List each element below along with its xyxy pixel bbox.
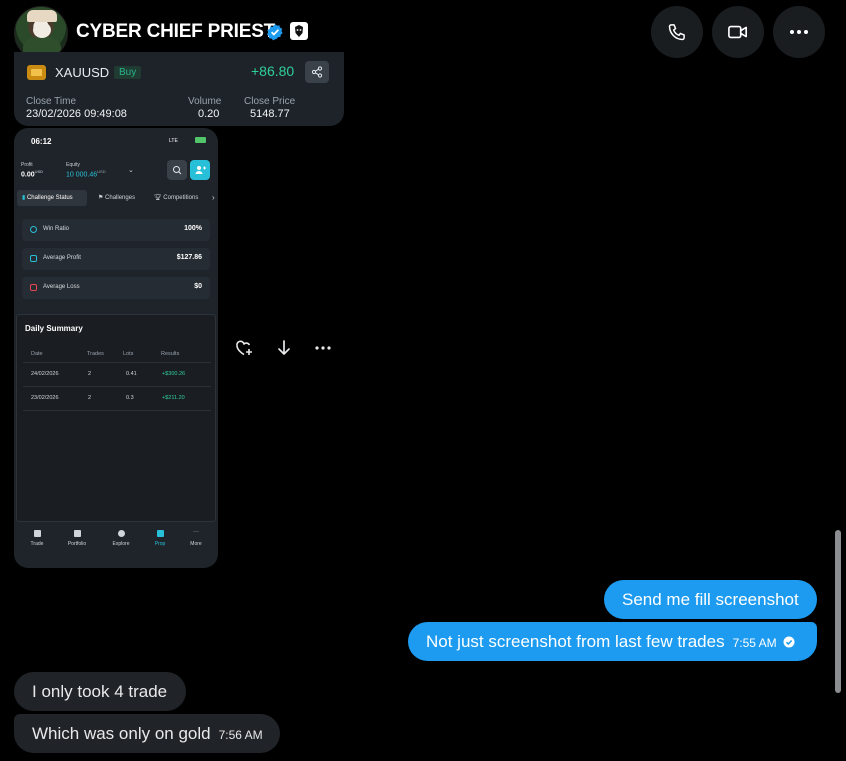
table-row-result: +$300.26 bbox=[162, 371, 186, 377]
profit-value: 0.00USD bbox=[21, 169, 44, 179]
tab-challenges: ⚑ Challenges bbox=[98, 195, 136, 201]
trade-pnl: +86.80 bbox=[251, 63, 295, 79]
tab-challenge-status: ▮ Challenge Status bbox=[17, 190, 87, 206]
table-row-result: +$211.20 bbox=[162, 395, 185, 401]
chevron-down-icon: ⌄ bbox=[128, 167, 134, 174]
add-user-icon bbox=[190, 160, 210, 180]
voice-call-button[interactable] bbox=[651, 6, 703, 58]
received-message[interactable]: Which was only on gold 7:56 AM bbox=[14, 714, 280, 753]
download-button[interactable] bbox=[274, 338, 294, 358]
chart-up-icon bbox=[30, 255, 37, 262]
table-row-date: 24/02/2026 bbox=[31, 371, 59, 377]
affiliate-badge-icon bbox=[290, 22, 308, 40]
video-call-button[interactable] bbox=[712, 6, 764, 58]
message-text: I only took 4 trade bbox=[32, 682, 168, 701]
divider bbox=[23, 410, 211, 411]
target-icon bbox=[30, 226, 37, 233]
stat-average-profit: Average Profit $127.86 bbox=[22, 248, 210, 270]
close-price-value: 5148.77 bbox=[250, 108, 290, 120]
nav-portfolio: Portfolio bbox=[62, 530, 92, 547]
stat-average-loss: Average Loss $0 bbox=[22, 277, 210, 299]
contact-name[interactable]: CYBER CHIEF PRIEST bbox=[76, 21, 275, 43]
chart-down-icon bbox=[30, 284, 37, 291]
search-icon bbox=[167, 160, 187, 180]
verified-badge-icon bbox=[266, 24, 283, 41]
message-timestamp: 7:55 AM bbox=[732, 636, 777, 650]
trade-symbol: XAUUSD bbox=[55, 65, 110, 80]
close-price-label: Close Price bbox=[244, 96, 296, 107]
tab-competitions: 🏆︎ Competitions bbox=[154, 195, 199, 201]
avatar-face bbox=[33, 22, 51, 38]
phone-screenshot-image[interactable]: 06:12 LTE Profit 0.00USD Equity 10 000.4… bbox=[14, 128, 218, 568]
equity-value: 10 000.46USD bbox=[66, 169, 106, 179]
scrollbar-thumb[interactable] bbox=[835, 530, 841, 693]
stat-win-ratio: Win Ratio 100% bbox=[22, 219, 210, 241]
nav-trade: Trade bbox=[22, 530, 52, 547]
divider bbox=[23, 362, 211, 363]
add-reaction-icon bbox=[236, 340, 252, 356]
column-header-trades: Trades bbox=[87, 351, 104, 357]
phone-icon bbox=[668, 24, 685, 41]
nav-explore: Explore bbox=[106, 530, 136, 547]
trade-card-image[interactable]: XAUUSD Buy +86.80 Close Time 23/02/2026 … bbox=[14, 52, 344, 126]
gold-bar-icon bbox=[27, 65, 46, 80]
nav-prop: Prop bbox=[145, 530, 175, 547]
equity-label: Equity bbox=[66, 162, 80, 168]
share-icon bbox=[305, 61, 329, 83]
phone-tab-bar: ▮ Challenge Status ⚑ Challenges 🏆︎ Compe… bbox=[17, 190, 215, 206]
table-row-trades: 2 bbox=[88, 395, 92, 401]
more-options-button[interactable] bbox=[773, 6, 825, 58]
nav-more: ··· More bbox=[190, 529, 202, 547]
battery-icon bbox=[195, 137, 206, 143]
divider bbox=[23, 386, 211, 387]
message-more-button[interactable] bbox=[313, 338, 333, 358]
more-horizontal-icon: ··· bbox=[193, 529, 199, 535]
sent-message[interactable]: Send me fill screenshot bbox=[604, 580, 817, 619]
profit-label: Profit bbox=[21, 162, 33, 168]
message-text: Which was only on gold bbox=[32, 724, 211, 743]
message-timestamp: 7:56 AM bbox=[218, 728, 263, 742]
bar-chart-icon bbox=[33, 530, 41, 537]
phone-network-status: LTE bbox=[169, 138, 178, 144]
message-text: Send me fill screenshot bbox=[622, 590, 799, 609]
chevron-right-icon: › bbox=[212, 193, 215, 202]
more-horizontal-icon bbox=[315, 346, 331, 350]
video-icon bbox=[728, 25, 748, 39]
phone-clock: 06:12 bbox=[31, 137, 52, 146]
more-horizontal-icon bbox=[790, 30, 808, 34]
column-header-date: Date bbox=[31, 351, 43, 357]
react-button[interactable] bbox=[234, 338, 254, 358]
column-header-results: Results bbox=[161, 351, 180, 357]
table-row-date: 23/02/2026 bbox=[31, 395, 59, 401]
column-header-lots: Lots bbox=[123, 351, 134, 357]
close-time-value: 23/02/2026 09:49:08 bbox=[26, 108, 127, 120]
portfolio-icon bbox=[73, 530, 81, 537]
table-row-trades: 2 bbox=[88, 371, 92, 377]
table-row-lots: 0.41 bbox=[126, 371, 137, 377]
sent-message[interactable]: Not just screenshot from last few trades… bbox=[408, 622, 817, 661]
volume-label: Volume bbox=[188, 96, 222, 107]
trade-side-badge: Buy bbox=[114, 66, 142, 79]
avatar-hat bbox=[27, 10, 57, 22]
message-text: Not just screenshot from last few trades bbox=[426, 632, 725, 651]
volume-value: 0.20 bbox=[198, 108, 220, 120]
phone-bottom-nav: Trade Portfolio Explore Prop ··· More bbox=[14, 526, 218, 568]
daily-summary-panel: Daily Summary Date Trades Lots Results 2… bbox=[16, 314, 216, 522]
daily-summary-title: Daily Summary bbox=[25, 324, 83, 333]
prop-icon bbox=[156, 530, 164, 537]
table-row-lots: 0.3 bbox=[126, 395, 134, 401]
read-check-icon bbox=[783, 636, 795, 648]
compass-icon bbox=[117, 530, 125, 537]
download-icon bbox=[278, 340, 290, 355]
received-message[interactable]: I only took 4 trade bbox=[14, 672, 186, 711]
close-time-label: Close Time bbox=[26, 96, 77, 107]
